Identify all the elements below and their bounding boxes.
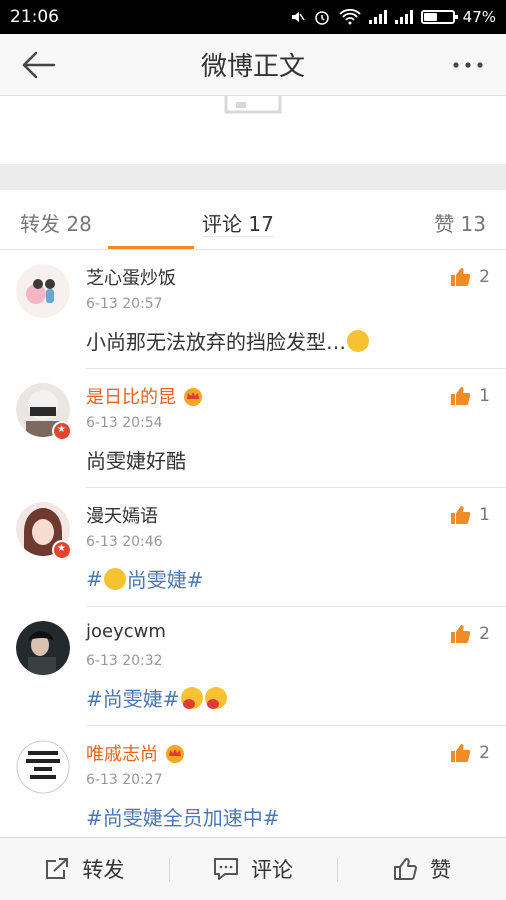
topic-hash: #: [86, 566, 103, 591]
status-time: 21:06: [10, 7, 59, 27]
section-divider: [0, 164, 506, 190]
like-button[interactable]: 1: [449, 504, 490, 526]
comment-text-content: 小尚那无法放弃的挡脸发型…: [86, 330, 346, 354]
avatar[interactable]: [16, 621, 70, 675]
list-item[interactable]: 是日比的昆 6-13 20:54 尚雯婕好酷 1: [16, 369, 506, 488]
tab-comment[interactable]: 评论 17: [202, 212, 274, 237]
wifi-icon: [339, 9, 361, 25]
like-count: 2: [479, 267, 490, 287]
thumb-up-icon: [451, 625, 471, 643]
tab-active-indicator: [108, 246, 194, 249]
comment-username[interactable]: 唯戚志尚: [86, 740, 186, 766]
surprised-emoji-icon: [103, 567, 126, 590]
list-item[interactable]: 唯戚志尚 6-13 20:27 #尚雯婕全员加速中# 2: [16, 726, 506, 837]
comment-topic-link[interactable]: # 尚雯婕#: [86, 564, 204, 593]
bottom-action-bar: 转发 评论 赞: [0, 837, 506, 900]
username-text[interactable]: 是日比的昆: [86, 383, 176, 409]
thumb-up-icon: [451, 268, 471, 286]
comment-label: 评论: [251, 858, 293, 882]
tab-repost[interactable]: 转发 28: [20, 208, 92, 237]
avatar[interactable]: [16, 740, 70, 794]
smirk-emoji-icon: [347, 329, 369, 352]
topic-text: 尚雯婕#: [126, 568, 204, 592]
like-count: 1: [479, 386, 490, 406]
thumb-up-icon: [451, 744, 471, 762]
verified-badge-icon: [52, 421, 72, 441]
kiss-emoji-icon: [204, 686, 227, 709]
like-button[interactable]: 2: [449, 266, 490, 288]
username-text[interactable]: 漫天嫣语: [86, 502, 158, 528]
tab-bar: 转发 28 评论 17 赞 13: [0, 190, 506, 250]
thumb-up-icon: [394, 858, 418, 880]
comment-time: 6-13 20:57: [86, 296, 163, 312]
back-arrow-icon[interactable]: [18, 48, 58, 82]
battery-percent: 47%: [462, 8, 496, 26]
comment-username[interactable]: joeycwm: [86, 621, 166, 642]
status-bar: 21:06 47%: [0, 0, 506, 34]
comment-time: 6-13 20:27: [86, 772, 163, 788]
list-item[interactable]: 芝心蛋炒饭 6-13 20:57 小尚那无法放弃的挡脸发型… 2: [16, 250, 506, 369]
vip-crown-icon: [184, 388, 202, 406]
signal-icon: [394, 10, 413, 24]
status-icons: 47%: [289, 8, 496, 26]
more-dots-icon[interactable]: [448, 52, 488, 78]
like-label: 赞: [430, 858, 452, 882]
like-count: 2: [479, 743, 490, 763]
comment-text: 尚雯婕好酷: [86, 449, 186, 473]
signal-icon: [368, 10, 387, 24]
comment-time: 6-13 20:54: [86, 415, 163, 431]
like-button[interactable]: 2: [449, 742, 490, 764]
comment-list: 芝心蛋炒饭 6-13 20:57 小尚那无法放弃的挡脸发型… 2 是日比的昆 6…: [0, 250, 506, 837]
like-count: 1: [479, 505, 490, 525]
avatar[interactable]: [16, 264, 70, 318]
tab-like[interactable]: 赞 13: [434, 208, 486, 237]
repost-label: 转发: [82, 858, 125, 882]
thumb-up-icon: [451, 506, 471, 524]
kiss-emoji-icon: [180, 686, 203, 709]
page-title: 微博正文: [200, 52, 305, 82]
comment-icon: [214, 858, 238, 880]
thumb-up-icon: [451, 387, 471, 405]
mute-icon: [291, 12, 305, 22]
battery-icon: [420, 10, 458, 24]
alarm-icon: [314, 11, 329, 25]
list-item[interactable]: 漫天嫣语 6-13 20:46 # 尚雯婕# 1: [16, 488, 506, 607]
comment-button[interactable]: 评论: [168, 838, 338, 900]
like-button[interactable]: 2: [449, 623, 490, 645]
comment-topic-link[interactable]: #尚雯婕全员加速中#: [86, 802, 280, 831]
like-button[interactable]: 1: [449, 385, 490, 407]
image-placeholder-icon: [224, 96, 282, 114]
topic-text: #尚雯婕#: [86, 687, 180, 711]
verified-badge-icon: [52, 540, 72, 560]
comment-username[interactable]: 芝心蛋炒饭: [86, 264, 176, 290]
list-item[interactable]: joeycwm 6-13 20:32 #尚雯婕# 2: [16, 607, 506, 726]
vip-crown-icon: [166, 745, 184, 763]
comment-text: 小尚那无法放弃的挡脸发型…: [86, 326, 370, 355]
repost-button[interactable]: 转发: [0, 838, 169, 900]
comment-username[interactable]: 是日比的昆: [86, 383, 204, 409]
comment-time: 6-13 20:32: [86, 653, 163, 669]
like-post-button[interactable]: 赞: [337, 838, 506, 900]
comment-topic-link[interactable]: #尚雯婕#: [86, 683, 228, 712]
username-text[interactable]: 芝心蛋炒饭: [86, 264, 176, 290]
app-header: 微博正文: [0, 34, 506, 96]
username-text[interactable]: 唯戚志尚: [86, 740, 158, 766]
post-image-area[interactable]: [0, 96, 506, 164]
like-count: 2: [479, 624, 490, 644]
share-icon: [46, 858, 69, 879]
comment-time: 6-13 20:46: [86, 534, 163, 550]
username-text[interactable]: joeycwm: [86, 621, 166, 642]
comment-username[interactable]: 漫天嫣语: [86, 502, 158, 528]
